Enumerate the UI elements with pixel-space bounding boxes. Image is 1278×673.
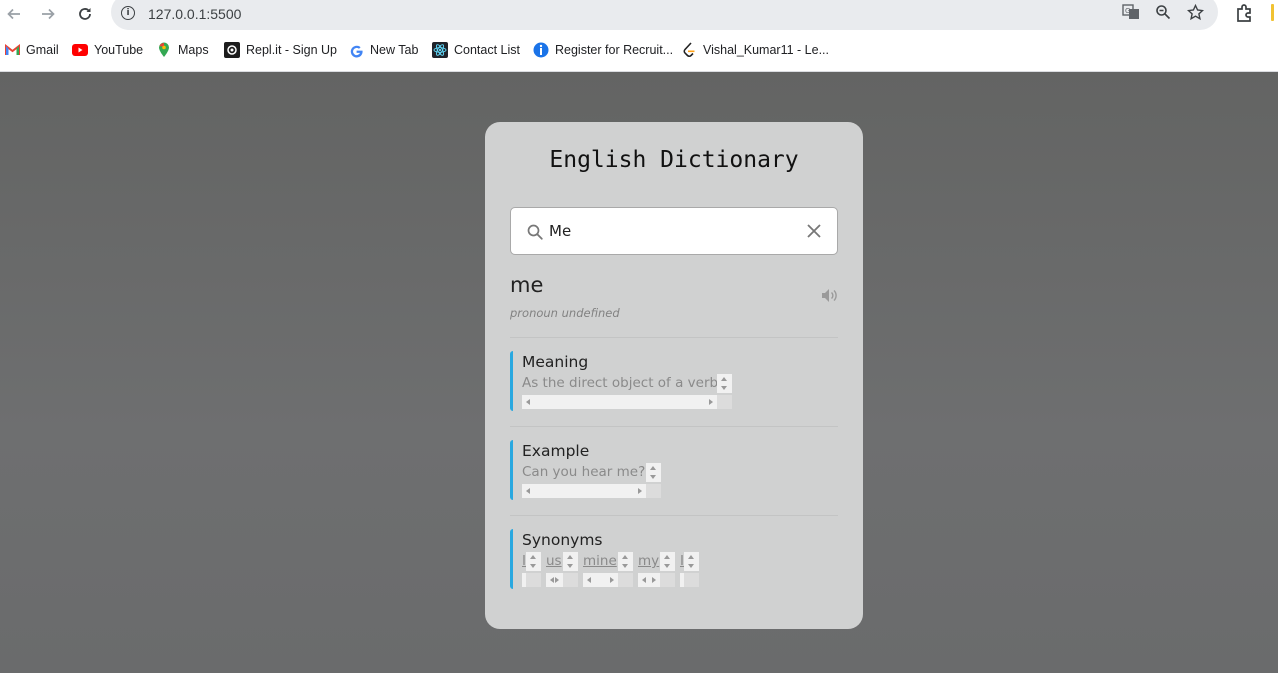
search-input[interactable] [549,218,789,244]
bookmark-label: Repl.it - Sign Up [246,43,338,57]
search-box[interactable] [510,207,838,255]
bookmark-new-tab[interactable]: New Tab [348,42,418,58]
divider [510,426,838,427]
vertical-scrollbar[interactable] [526,552,541,571]
bookmark-replit[interactable]: Repl.it - Sign Up [224,42,337,58]
youtube-icon [72,42,88,58]
horizontal-scrollbar[interactable] [638,573,660,587]
search-icon [526,223,544,241]
close-icon[interactable] [806,223,822,239]
meaning-text: As the direct object of a verb. [522,375,717,391]
synonyms-section: Synonyms I us mine my I [510,529,840,589]
horizontal-scrollbar[interactable] [522,395,717,409]
example-section: Example Can you hear me? [510,440,840,500]
synonym-link[interactable]: us [546,553,562,569]
bookmark-youtube[interactable]: YouTube [72,42,143,58]
divider [510,337,838,338]
example-title: Example [522,442,590,460]
bookmark-label: New Tab [370,43,419,57]
svg-text:G: G [1125,7,1130,15]
bookmark-label: Maps [178,43,209,57]
gmail-icon [4,42,20,58]
bookmark-maps[interactable]: Maps [156,42,209,58]
scrollbar-corner [717,395,732,409]
bookmarks-bar: Gmail YouTube Maps Repl.it - Sign Up New… [0,38,1278,64]
extensions-icon[interactable] [1235,3,1257,25]
app-title: English Dictionary [549,147,799,173]
translate-icon[interactable]: G [1121,3,1141,21]
scrollbar-corner [660,573,675,587]
maps-icon [156,42,172,58]
horizontal-scrollbar[interactable] [522,484,646,498]
synonym-item[interactable]: us [546,552,579,587]
arrow-left-icon[interactable] [2,3,26,25]
bookmark-label: Vishal_Kumar11 - Le... [703,43,829,57]
synonym-item[interactable]: my [638,552,676,587]
register-icon [533,42,549,58]
zoom-icon[interactable] [1153,3,1173,21]
bookmark-label: Register for Recruit... [555,43,674,57]
scrollbar-corner [618,573,633,587]
vertical-scrollbar[interactable] [646,463,661,482]
address-bar[interactable]: i 127.0.0.1:5500 G [111,0,1218,30]
dictionary-card: English Dictionary me pronoun undefined … [485,122,863,629]
arrow-right-icon[interactable] [36,3,60,25]
example-text: Can you hear me? [522,464,646,480]
result-word: me [510,273,544,297]
synonym-link[interactable]: mine [583,553,617,569]
leetcode-icon [681,42,697,58]
horizontal-scrollbar[interactable] [583,573,618,587]
vertical-scrollbar[interactable] [563,552,578,571]
synonym-item[interactable]: I [522,552,542,587]
browser-toolbar: i 127.0.0.1:5500 G [0,0,1278,30]
vertical-scrollbar[interactable] [717,374,732,393]
bookmark-register[interactable]: Register for Recruit... [533,42,673,58]
speaker-icon[interactable] [821,288,839,303]
bookmark-leetcode[interactable]: Vishal_Kumar11 - Le... [681,42,829,58]
meaning-section: Meaning As the direct object of a verb. [510,351,840,411]
star-icon[interactable] [1185,3,1205,21]
scrollbar-corner [526,573,541,587]
vertical-scrollbar[interactable] [618,552,633,571]
replit-icon [224,42,240,58]
page-background: English Dictionary me pronoun undefined … [0,72,1278,673]
synonym-link[interactable]: my [638,553,659,569]
bookmark-gmail[interactable]: Gmail [4,42,59,58]
bookmark-label: Gmail [26,43,59,57]
bookmark-contact-list[interactable]: Contact List [432,42,520,58]
bookmark-label: Contact List [454,43,521,57]
url-text: 127.0.0.1:5500 [148,6,242,22]
site-info-icon[interactable]: i [121,6,135,20]
react-icon [432,42,448,58]
profile-indicator [1271,4,1274,21]
scrollbar-corner [563,573,578,587]
synonyms-title: Synonyms [522,531,603,549]
result-phonetic: pronoun undefined [510,306,620,320]
scrollbar-corner [684,573,699,587]
vertical-scrollbar[interactable] [660,552,675,571]
divider [510,515,838,516]
reload-icon[interactable] [73,3,97,25]
horizontal-scrollbar[interactable] [546,573,563,587]
synonym-item[interactable]: I [680,552,700,587]
synonym-item[interactable]: mine [583,552,634,587]
google-icon [348,42,364,58]
scrollbar-corner [646,484,661,498]
vertical-scrollbar[interactable] [684,552,699,571]
meaning-title: Meaning [522,353,589,371]
bookmark-label: YouTube [94,43,144,57]
